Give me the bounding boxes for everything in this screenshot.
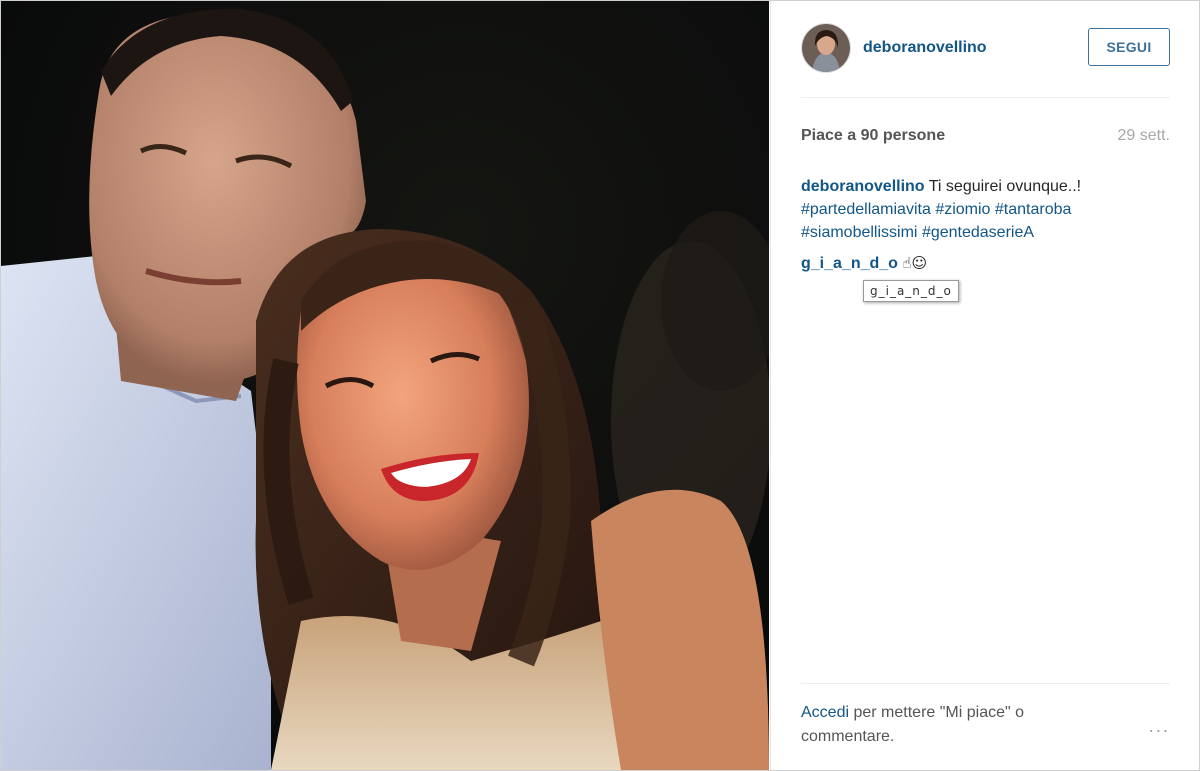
post-side-panel: deboranovellino SEGUI Piace a 90 persone…	[770, 1, 1199, 770]
post-photo[interactable]	[1, 1, 769, 770]
avatar[interactable]	[801, 23, 851, 73]
hashtag-link[interactable]: #ziomio	[935, 201, 990, 218]
post-date: 29 sett.	[1117, 127, 1170, 144]
likes-count: Piace a 90 persone	[801, 127, 946, 144]
post-header: deboranovellino SEGUI	[801, 23, 1170, 73]
hashtag-link[interactable]: #siamobellissimi	[801, 224, 917, 241]
login-prompt-text-2: commentare.	[801, 728, 895, 745]
likes-row: Piace a 90 persone 29 sett.	[801, 125, 1170, 147]
comment-author-link[interactable]: g_i_a_n_d_o	[801, 255, 898, 272]
comments-section: deboranovellino Ti seguirei ovunque..! #…	[801, 175, 1160, 302]
follow-button[interactable]: SEGUI	[1088, 28, 1170, 66]
login-prompt: Accedi per mettere "Mi piace" o commenta…	[801, 701, 1170, 749]
post-window: deboranovellino SEGUI Piace a 90 persone…	[0, 0, 1200, 771]
hashtag-link[interactable]: #tantaroba	[995, 201, 1072, 218]
author-tooltip: g_i_a_n_d_o	[863, 280, 959, 302]
comment-item: g_i_a_n_d_o ☝☺ g_i_a_n_d_o	[801, 252, 1160, 302]
selfie-image	[1, 1, 769, 770]
login-link[interactable]: Accedi	[801, 704, 849, 721]
hashtag-link[interactable]: #partedellamiavita	[801, 201, 931, 218]
caption-author-link[interactable]: deboranovellino	[801, 178, 925, 195]
comment-emoji-text: ☝☺	[902, 254, 928, 272]
username-link[interactable]: deboranovellino	[863, 39, 987, 57]
more-options-button[interactable]: ...	[1149, 717, 1170, 736]
avatar-image	[802, 24, 850, 72]
caption: deboranovellino Ti seguirei ovunque..! #…	[801, 175, 1160, 244]
footer-divider	[801, 683, 1170, 684]
hashtag-link[interactable]: #gentedaserieA	[922, 224, 1034, 241]
login-prompt-text: per mettere "Mi piace" o	[849, 704, 1025, 721]
header-divider	[801, 97, 1170, 98]
caption-text: Ti seguirei ovunque..!	[928, 178, 1082, 195]
more-dots-icon[interactable]: ...	[1149, 717, 1170, 736]
